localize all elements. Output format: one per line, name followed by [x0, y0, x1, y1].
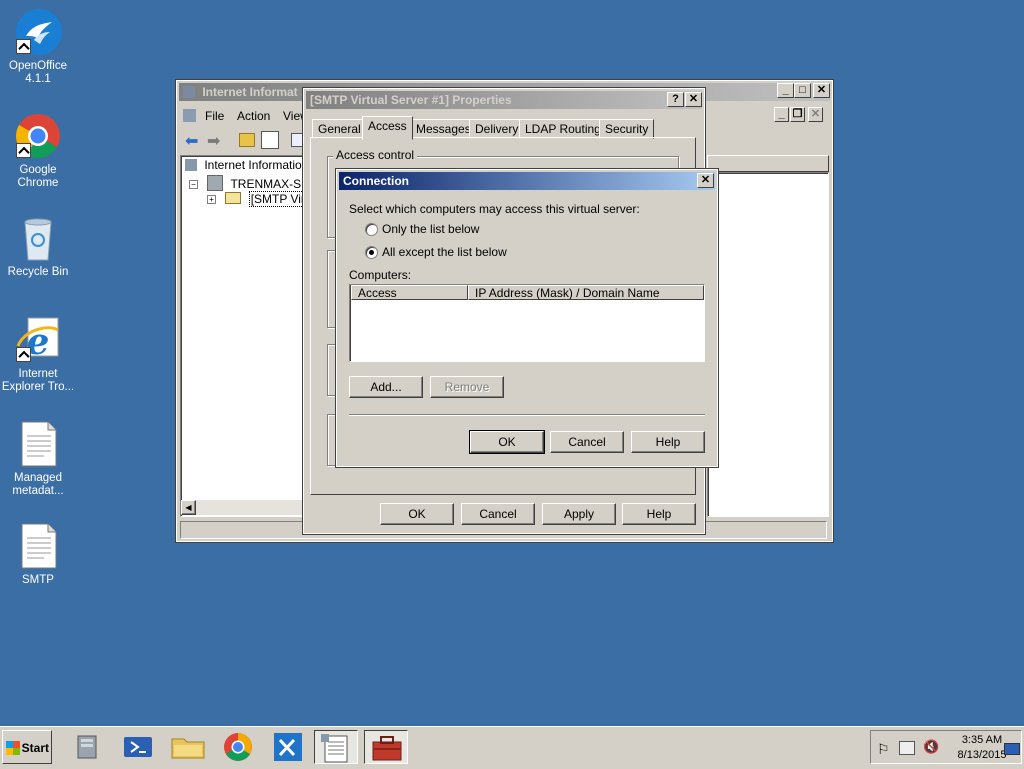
- start-button[interactable]: Start: [2, 730, 52, 764]
- tab-access[interactable]: Access: [362, 116, 413, 140]
- desktop-icon-label: SMTP: [22, 574, 54, 586]
- collapse-icon[interactable]: −: [189, 180, 198, 189]
- add-button[interactable]: Add...: [349, 376, 423, 398]
- connection-dialog[interactable]: Connection ✕ Select which computers may …: [335, 168, 719, 468]
- close-button[interactable]: ✕: [685, 92, 702, 107]
- file-explorer-icon[interactable]: [166, 730, 210, 764]
- ie-icon: e: [14, 316, 62, 364]
- desktop-icon-managed-metadata[interactable]: Managed metadat...: [0, 420, 76, 498]
- clock-time[interactable]: 3:35 AM: [957, 734, 1007, 746]
- desktop-icon-ie[interactable]: e Internet Explorer Tro...: [0, 316, 76, 394]
- tree-pane[interactable]: Internet Information − TRENMAX-SP (lo + …: [180, 155, 326, 517]
- close-button[interactable]: ✕: [813, 83, 830, 98]
- tools-icon[interactable]: [266, 730, 310, 764]
- desktop-icon-smtp[interactable]: SMTP: [0, 522, 76, 587]
- computers-label: Computers:: [349, 268, 412, 282]
- apply-button[interactable]: Apply: [542, 503, 616, 525]
- close-button[interactable]: ✕: [697, 173, 714, 188]
- radio-all-except-label[interactable]: All except the list below: [382, 245, 507, 259]
- network-icon[interactable]: [899, 741, 915, 755]
- connection-title-bar[interactable]: Connection: [339, 172, 715, 190]
- desktop-icon-recycle-bin[interactable]: Recycle Bin: [0, 214, 76, 279]
- connection-title: Connection: [343, 174, 409, 188]
- forward-arrow-icon[interactable]: ➡: [207, 131, 220, 151]
- properties-title: [SMTP Virtual Server #1] Properties: [310, 93, 512, 107]
- column-header-ip-address[interactable]: IP Address (Mask) / Domain Name: [468, 285, 704, 300]
- radio-only-list-label[interactable]: Only the list below: [382, 222, 479, 236]
- up-folder-icon[interactable]: [239, 133, 255, 147]
- recycle-bin-icon: [14, 214, 62, 262]
- tab-strip: General Access Messages Delivery LDAP Ro…: [312, 116, 702, 140]
- cancel-button[interactable]: Cancel: [550, 431, 624, 453]
- document-icon: [14, 522, 62, 570]
- tab-ldap-routing[interactable]: LDAP Routing: [519, 119, 607, 139]
- tree-root[interactable]: Internet Information: [185, 158, 308, 172]
- right-pane[interactable]: [707, 172, 829, 517]
- menu-action[interactable]: Action: [237, 109, 270, 123]
- remove-button[interactable]: Remove: [430, 376, 504, 398]
- scroll-left-button[interactable]: ◀: [181, 500, 196, 515]
- desktop-icon-label: Internet Explorer Tro...: [1, 368, 75, 393]
- notification-area: ⚐ 🔇 3:35 AM 8/13/2015: [870, 730, 1022, 764]
- show-hide-tree-icon[interactable]: [261, 131, 279, 149]
- powershell-icon[interactable]: [116, 730, 160, 764]
- document-icon: [14, 420, 62, 468]
- tab-messages[interactable]: Messages: [410, 119, 477, 139]
- expand-icon[interactable]: +: [207, 195, 216, 204]
- taskbar: Start ⚐ 🔇 3:35 AM 8/13/2015: [0, 726, 1024, 769]
- radio-all-except[interactable]: [365, 246, 378, 259]
- chrome-icon[interactable]: [216, 730, 260, 764]
- tab-delivery[interactable]: Delivery: [469, 119, 525, 139]
- openoffice-icon: [14, 8, 62, 56]
- help-button[interactable]: ?: [667, 92, 684, 107]
- iis-window-title: Internet Informat: [202, 85, 298, 99]
- desktop-icon-label: OpenOffice 4.1.1: [9, 60, 67, 85]
- desktop-icon-chrome[interactable]: Google Chrome: [0, 112, 76, 190]
- show-desktop-icon[interactable]: [1004, 743, 1020, 755]
- desktop-icon-label: Recycle Bin: [7, 266, 69, 278]
- child-minimize-button[interactable]: _: [774, 107, 789, 122]
- computers-list[interactable]: Access IP Address (Mask) / Domain Name: [349, 284, 705, 362]
- chrome-icon: [14, 112, 62, 160]
- access-prompt: Select which computers may access this v…: [349, 202, 640, 216]
- radio-only-list[interactable]: [365, 223, 378, 236]
- ok-button[interactable]: OK: [469, 430, 545, 454]
- iis-root-icon: [185, 159, 197, 171]
- column-header-access[interactable]: Access: [351, 285, 468, 300]
- volume-muted-icon[interactable]: 🔇: [923, 739, 939, 755]
- properties-title-bar[interactable]: [SMTP Virtual Server #1] Properties: [306, 91, 702, 109]
- iis-app-icon: [183, 86, 195, 98]
- toolbox-taskbar-icon[interactable]: [364, 730, 408, 764]
- tab-security[interactable]: Security: [599, 119, 655, 139]
- server-icon: [207, 175, 224, 191]
- cancel-button[interactable]: Cancel: [461, 503, 535, 525]
- menu-file[interactable]: File: [205, 109, 224, 123]
- back-arrow-icon[interactable]: ⬅: [185, 131, 198, 151]
- child-restore-button[interactable]: ❐: [790, 107, 805, 122]
- tree-hscrollbar[interactable]: ◀: [181, 500, 304, 515]
- access-control-label: Access control: [333, 148, 418, 162]
- minimize-button[interactable]: _: [777, 83, 794, 98]
- mmc-icon: [183, 109, 196, 122]
- action-center-flag-icon[interactable]: ⚐: [877, 741, 890, 758]
- desktop-icon-label: Managed metadat...: [12, 472, 64, 497]
- child-close-button[interactable]: ✕: [808, 107, 823, 122]
- separator: [349, 414, 705, 416]
- iis-manager-taskbar-icon[interactable]: [314, 730, 358, 764]
- smtp-site-icon: [225, 192, 242, 204]
- help-button[interactable]: Help: [622, 503, 696, 525]
- desktop-icon-label: Google Chrome: [17, 164, 59, 189]
- desktop-icon-openoffice[interactable]: OpenOffice 4.1.1: [0, 8, 76, 86]
- maximize-button[interactable]: □: [794, 83, 811, 98]
- server-manager-icon[interactable]: [66, 730, 110, 764]
- ok-button[interactable]: OK: [380, 503, 454, 525]
- help-button[interactable]: Help: [631, 431, 705, 453]
- tab-general[interactable]: General: [312, 119, 367, 139]
- windows-logo-icon: [6, 741, 20, 755]
- right-pane-header: [707, 155, 829, 172]
